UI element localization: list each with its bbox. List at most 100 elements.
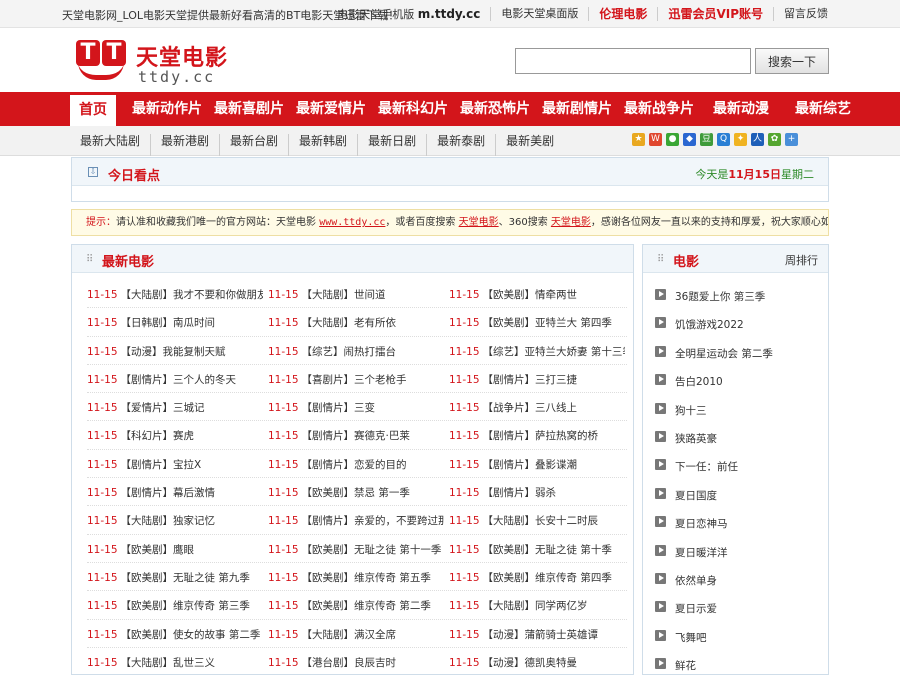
movie-title[interactable]: 【剧情片】弱杀 (483, 487, 557, 499)
rank-movie-title[interactable]: 飞舞吧 (675, 630, 707, 645)
movie-link[interactable]: 11-15 【欧美剧】维京传奇 第四季 (449, 570, 625, 585)
movie-title[interactable]: 【欧美剧】无耻之徒 第十季 (483, 544, 612, 556)
share-weibo-icon[interactable]: W (649, 133, 662, 146)
feedback-link[interactable]: 留言反馈 (773, 7, 838, 21)
share-chat-icon[interactable]: ● (666, 133, 679, 146)
nav-item-action[interactable]: 最新动作片 (126, 92, 208, 126)
movie-title[interactable]: 【欧美剧】维京传奇 第五季 (302, 572, 431, 584)
movie-title[interactable]: 【动漫】我能复制天赋 (121, 346, 226, 358)
movie-link[interactable]: 11-15 【日韩剧】南瓜时间 (87, 315, 263, 330)
movie-title[interactable]: 【剧情片】三打三捷 (483, 374, 578, 386)
movie-link[interactable]: 11-15 【大陆剧】我才不要和你做朋友 (87, 287, 263, 302)
movie-title[interactable]: 【大陆剧】乱世三义 (121, 657, 216, 669)
nav-item-comedy[interactable]: 最新喜剧片 (208, 92, 290, 126)
movie-title[interactable]: 【剧情片】恋爱的目的 (302, 459, 407, 471)
list-item[interactable]: 饥饿游戏2022 (655, 311, 825, 339)
movie-title[interactable]: 【大陆剧】世间道 (302, 289, 386, 301)
movie-title[interactable]: 【欧美剧】使女的故事 第二季 (121, 629, 261, 641)
nav-item-variety[interactable]: 最新综艺 (782, 92, 864, 126)
movie-link[interactable]: 11-15【剧情片】亲爱的，不要跨过那条江 (268, 513, 444, 528)
movie-link[interactable]: 11-15 【动漫】蒲箭骑士英雄谭 (449, 627, 625, 642)
rank-movie-title[interactable]: 告白2010 (675, 374, 723, 389)
list-item[interactable]: 告白2010 (655, 368, 825, 396)
movie-link[interactable]: 11-15 【欧美剧】维京传奇 第二季 (268, 598, 444, 613)
movie-title[interactable]: 【综艺】闹热打擂台 (302, 346, 397, 358)
nav-item-scifi[interactable]: 最新科幻片 (372, 92, 454, 126)
mobile-url[interactable]: m.ttdy.cc (418, 7, 481, 21)
movie-link[interactable]: 11-15 【欧美剧】鹰眼 (87, 542, 263, 557)
rank-movie-title[interactable]: 下一任：前任 (675, 459, 738, 474)
movie-link[interactable]: 11-15 【剧情片】三打三捷 (449, 372, 625, 387)
movie-title[interactable]: 【欧美剧】无耻之徒 第九季 (121, 572, 250, 584)
movie-title[interactable]: 【大陆剧】长安十二时辰 (483, 515, 599, 527)
movie-title[interactable]: 【剧情片】幕后激情 (121, 487, 216, 499)
movie-title[interactable]: 【综艺】亚特兰大娇妻 第十三季 (483, 346, 625, 358)
rank-movie-title[interactable]: 鲜花 (675, 658, 696, 673)
movie-title[interactable]: 【剧情片】叠影谍潮 (483, 459, 578, 471)
share-clover-icon[interactable]: ✿ (768, 133, 781, 146)
site-logo[interactable]: T T 天堂电影 ttdy.cc (74, 40, 234, 86)
vip-account-link[interactable]: 迅雷会员VIP账号 (657, 7, 773, 21)
movie-title[interactable]: 【欧美剧】鹰眼 (121, 544, 195, 556)
movie-title[interactable]: 【大陆剧】独家记忆 (121, 515, 216, 527)
share-plus-icon[interactable]: + (785, 133, 798, 146)
movie-title[interactable]: 【剧情片】亲爱的，不要跨过那条江 (302, 515, 444, 527)
movie-title[interactable]: 【科幻片】赛虎 (121, 430, 195, 442)
movie-title[interactable]: 【剧情片】三个人的冬天 (121, 374, 237, 386)
movie-link[interactable]: 11-15 【欧美剧】使女的故事 第二季 (87, 627, 263, 642)
movie-link[interactable]: 11-15 【欧美剧】无耻之徒 第十季 (449, 542, 625, 557)
list-item[interactable]: 狭路英豪 (655, 425, 825, 453)
baidu-keyword-link[interactable]: 天堂电影 (459, 217, 499, 228)
movie-title[interactable]: 【剧情片】萨拉热窝的桥 (483, 430, 599, 442)
movie-link[interactable]: 11-15 【欧美剧】维京传奇 第五季 (268, 570, 444, 585)
movie-link[interactable]: 11-15 【欧美剧】禁忌 第一季 (268, 485, 444, 500)
share-qq-icon[interactable]: Q (717, 133, 730, 146)
movie-link[interactable]: 11-15 【大陆剧】独家记忆 (87, 513, 263, 528)
movie-title[interactable]: 【剧情片】宝拉X (121, 459, 202, 471)
nav-item-horror[interactable]: 最新恐怖片 (454, 92, 536, 126)
movie-title[interactable]: 【战争片】三八线上 (483, 402, 578, 414)
movie-title[interactable]: 【欧美剧】维京传奇 第三季 (121, 600, 250, 612)
nav-item-drama[interactable]: 最新剧情片 (536, 92, 618, 126)
movie-title[interactable]: 【欧美剧】维京传奇 第四季 (483, 572, 612, 584)
movie-title[interactable]: 【欧美剧】亚特兰大 第四季 (483, 317, 612, 329)
movie-link[interactable]: 11-15 【剧情片】萨拉热窝的桥 (449, 428, 625, 443)
movie-link[interactable]: 11-15 【剧情片】叠影谍潮 (449, 457, 625, 472)
movie-title[interactable]: 【大陆剧】同学两亿岁 (483, 600, 588, 612)
subnav-item-jp[interactable]: 最新日剧 (357, 134, 426, 156)
list-item[interactable]: 飞舞吧 (655, 624, 825, 652)
movie-link[interactable]: 11-15 【欧美剧】无耻之徒 第十一季 (268, 542, 444, 557)
list-item[interactable]: 夏日恋神马 (655, 510, 825, 538)
rank-movie-title[interactable]: 狗十三 (675, 403, 707, 418)
movie-title[interactable]: 【爱情片】三城记 (121, 402, 205, 414)
movie-title[interactable]: 【欧美剧】无耻之徒 第十一季 (302, 544, 442, 556)
movie-title[interactable]: 【剧情片】赛德克·巴莱 (302, 430, 410, 442)
nav-item-romance[interactable]: 最新爱情片 (290, 92, 372, 126)
movie-link[interactable]: 11-15 【爱情片】三城记 (87, 400, 263, 415)
rank-movie-title[interactable]: 狭路英豪 (675, 431, 717, 446)
movie-title[interactable]: 【日韩剧】南瓜时间 (121, 317, 216, 329)
list-item[interactable]: 夏日示爱 (655, 595, 825, 623)
share-qzone-icon[interactable]: ✦ (734, 133, 747, 146)
official-site-link[interactable]: www.ttdy.cc (319, 217, 385, 228)
movie-link[interactable]: 11-15 【喜剧片】三个老枪手 (268, 372, 444, 387)
movie-title[interactable]: 【欧美剧】维京传奇 第二季 (302, 600, 431, 612)
movie-link[interactable]: 11-15 【剧情片】恋爱的目的 (268, 457, 444, 472)
share-baidu-icon[interactable]: ◆ (683, 133, 696, 146)
ethics-movie-link[interactable]: 伦理电影 (588, 7, 657, 21)
movie-title[interactable]: 【港台剧】良辰吉时 (302, 657, 397, 669)
movie-link[interactable]: 11-15 【大陆剧】老有所依 (268, 315, 444, 330)
list-item[interactable]: 夏日暖洋洋 (655, 539, 825, 567)
share-douban-icon[interactable]: 豆 (700, 133, 713, 146)
desktop-version-link[interactable]: 电影天堂桌面版 (490, 7, 588, 21)
movie-link[interactable]: 11-15 【大陆剧】长安十二时辰 (449, 513, 625, 528)
rank-movie-title[interactable]: 依然单身 (675, 573, 717, 588)
nav-item-anime[interactable]: 最新动漫 (700, 92, 782, 126)
movie-link[interactable]: 11-15 【剧情片】弱杀 (449, 485, 625, 500)
movie-link[interactable]: 11-15 【大陆剧】同学两亿岁 (449, 598, 625, 613)
movie-title[interactable]: 【动漫】德凯奥特曼 (483, 657, 578, 669)
subnav-item-hk[interactable]: 最新港剧 (150, 134, 219, 156)
movie-link[interactable]: 11-15 【科幻片】赛虎 (87, 428, 263, 443)
nav-home[interactable]: 首页 (70, 95, 116, 126)
search-button[interactable]: 搜索一下 (755, 48, 829, 74)
